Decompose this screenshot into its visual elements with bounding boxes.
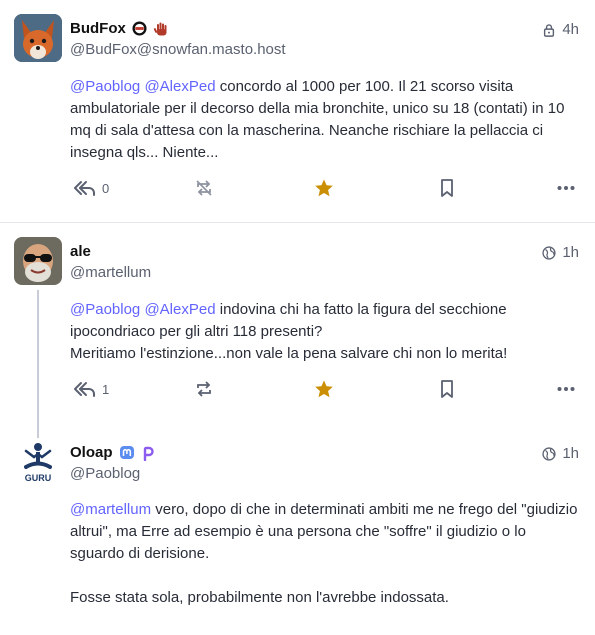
more-icon [557,387,575,391]
mention-link[interactable]: @martellum [70,501,151,518]
raised-hand-emoji-icon [153,22,167,35]
post-text: Meritiamo l'estinzione...non vale la pen… [70,345,508,362]
reply-count: 1 [102,381,110,397]
star-icon [315,179,333,197]
more-button[interactable] [556,379,576,399]
post-budfox[interactable]: BudFox @BudFox@snowfan.masto.host 4h @Pa… [0,0,595,222]
action-bar: 1 [70,379,580,403]
avatar[interactable]: GURU [14,438,62,486]
account-handle[interactable]: @martellum [70,264,151,281]
timestamp[interactable]: 1h [562,445,579,462]
globe-icon [542,446,556,461]
post-text: Fosse stata sola, probabilmente non l'av… [70,589,449,606]
bookmark-button[interactable] [438,178,456,198]
more-icon [557,186,575,190]
display-name[interactable]: ale [70,243,91,260]
mention-link[interactable]: @Paoblog [70,78,140,95]
more-button[interactable] [556,178,576,198]
bookmark-icon [441,380,453,398]
star-icon [315,380,333,398]
display-name[interactable]: Oloap [70,444,155,461]
favourite-button[interactable] [314,379,334,399]
antifa-emoji-icon [132,21,147,36]
mention-link[interactable]: @Paoblog [70,301,140,318]
bookmark-button[interactable] [438,379,456,399]
timestamp[interactable]: 1h [562,244,579,261]
mastodon-emoji-icon [119,445,134,459]
favourite-button[interactable] [314,178,334,198]
post-ale[interactable]: ale @martellum 1h @Paoblog @AlexPed indo… [0,223,595,423]
reply-count: 0 [102,180,110,196]
avatar[interactable] [14,14,62,62]
mention-link[interactable]: @AlexPed [144,78,215,95]
guru-avatar-icon: GURU [14,438,62,486]
post-meta: 1h [542,445,579,462]
reply-button[interactable]: 0 [72,178,109,198]
post-meta: 4h [542,21,579,38]
post-meta: 1h [542,244,579,261]
boost-button[interactable] [194,379,214,399]
pixelfed-p-icon [143,446,154,461]
boost-icon [197,381,211,397]
post-content: @martellum vero, dopo di che in determin… [70,499,580,609]
fox-avatar-icon [14,14,62,62]
avatar-label: GURU [25,473,52,483]
post-oloap[interactable]: GURU Oloap @Paoblog 1h @martellum vero, … [0,424,595,635]
bookmark-icon [441,179,453,197]
mention-link[interactable]: @AlexPed [144,301,215,318]
action-bar: 0 [70,178,580,202]
avatar[interactable] [14,237,62,285]
lock-icon [544,23,555,37]
account-handle[interactable]: @Paoblog [70,465,140,482]
globe-icon [542,245,556,260]
post-content: @Paoblog @AlexPed indovina chi ha fatto … [70,299,580,365]
reply-all-icon [74,181,95,196]
reply-all-icon [74,382,95,397]
boost-disabled-icon [196,180,212,196]
account-handle[interactable]: @BudFox@snowfan.masto.host [70,41,286,58]
bearded-man-avatar-icon [14,237,62,285]
post-content: @Paoblog @AlexPed concordo al 1000 per 1… [70,76,580,164]
reply-button[interactable]: 1 [72,379,109,399]
boost-button[interactable] [194,178,214,198]
display-name[interactable]: BudFox [70,20,169,37]
timestamp[interactable]: 4h [562,21,579,38]
